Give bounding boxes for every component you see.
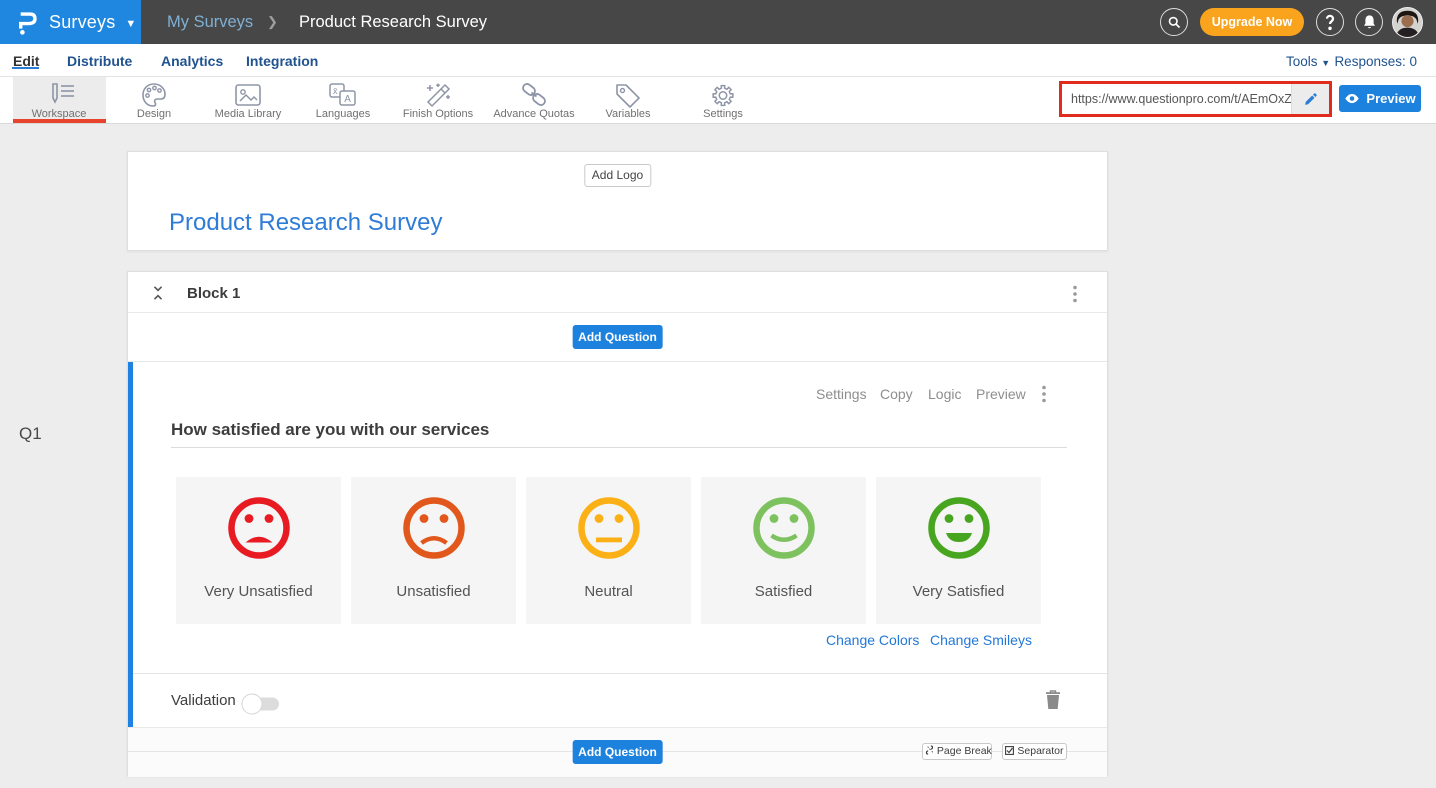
svg-text:x̄: x̄ [333,86,338,96]
svg-text:A: A [344,94,351,105]
